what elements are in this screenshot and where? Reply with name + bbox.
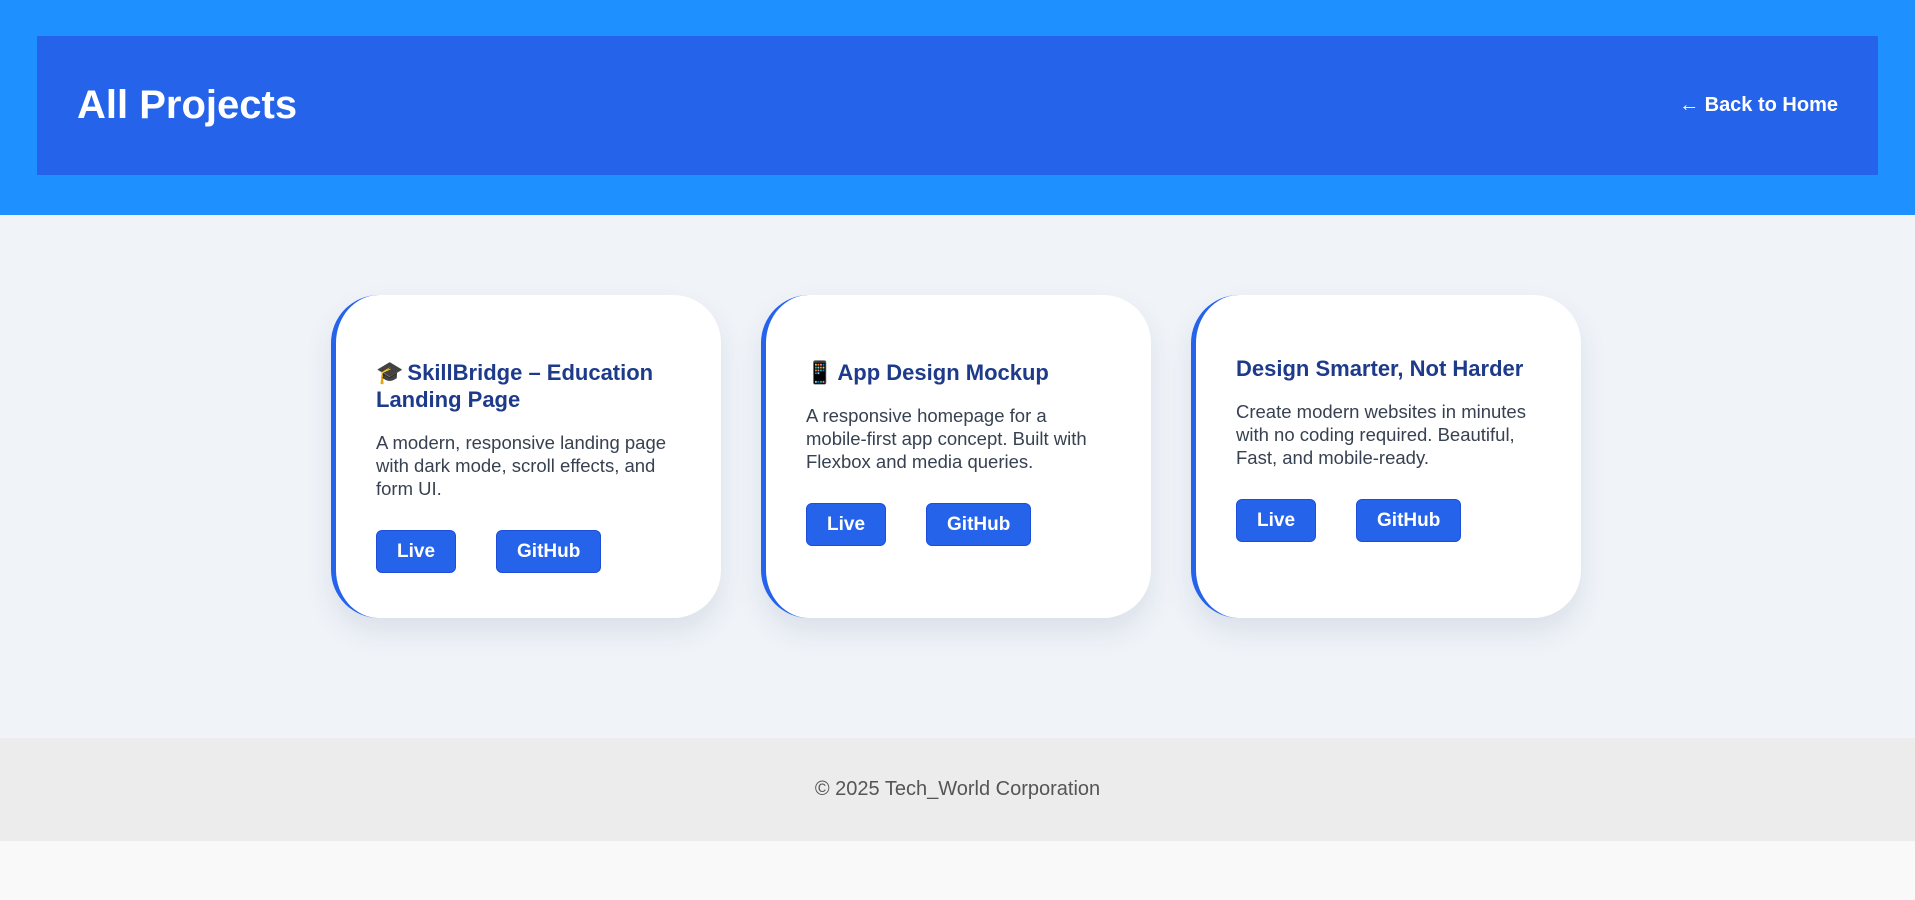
project-card-skillbridge: 🎓 SkillBridge – Education Landing Page A …: [331, 295, 721, 618]
project-title: 📱 App Design Mockup: [806, 360, 1049, 385]
mobile-phone-icon: 📱: [806, 360, 834, 385]
project-description: Create modern websites in minutes with n…: [1236, 401, 1526, 468]
back-to-home-link[interactable]: ← Back to Home: [1679, 94, 1838, 117]
github-button[interactable]: GitHub: [496, 530, 602, 573]
projects-section: 🎓 SkillBridge – Education Landing Page A …: [0, 215, 1915, 738]
page-footer: © 2025 Tech_World Corporation: [0, 738, 1915, 841]
project-actions: Live GitHub: [1236, 499, 1541, 542]
project-description: A modern, responsive landing page with d…: [376, 432, 667, 499]
project-title: Design Smarter, Not Harder: [1236, 356, 1524, 381]
project-description: A responsive homepage for a mobile-first…: [806, 405, 1087, 472]
github-button[interactable]: GitHub: [926, 503, 1032, 546]
github-button[interactable]: GitHub: [1356, 499, 1462, 542]
live-button[interactable]: Live: [806, 503, 887, 546]
live-button[interactable]: Live: [1236, 499, 1317, 542]
project-actions: Live GitHub: [806, 503, 1111, 546]
live-button[interactable]: Live: [376, 530, 457, 573]
copyright-text: © 2025 Tech_World Corporation: [814, 778, 1101, 800]
project-card-design-smarter: Design Smarter, Not Harder Create modern…: [1191, 295, 1581, 618]
project-actions: Live GitHub: [376, 530, 681, 573]
project-title: 🎓 SkillBridge – Education Landing Page: [376, 360, 654, 412]
page-header: All Projects ← Back to Home: [37, 36, 1878, 175]
project-card-app-design: 📱 App Design Mockup A responsive homepage…: [761, 295, 1151, 618]
graduation-cap-icon: 🎓: [376, 360, 404, 385]
page-title: All Projects: [77, 83, 298, 127]
project-cards: 🎓 SkillBridge – Education Landing Page A …: [331, 295, 1581, 618]
